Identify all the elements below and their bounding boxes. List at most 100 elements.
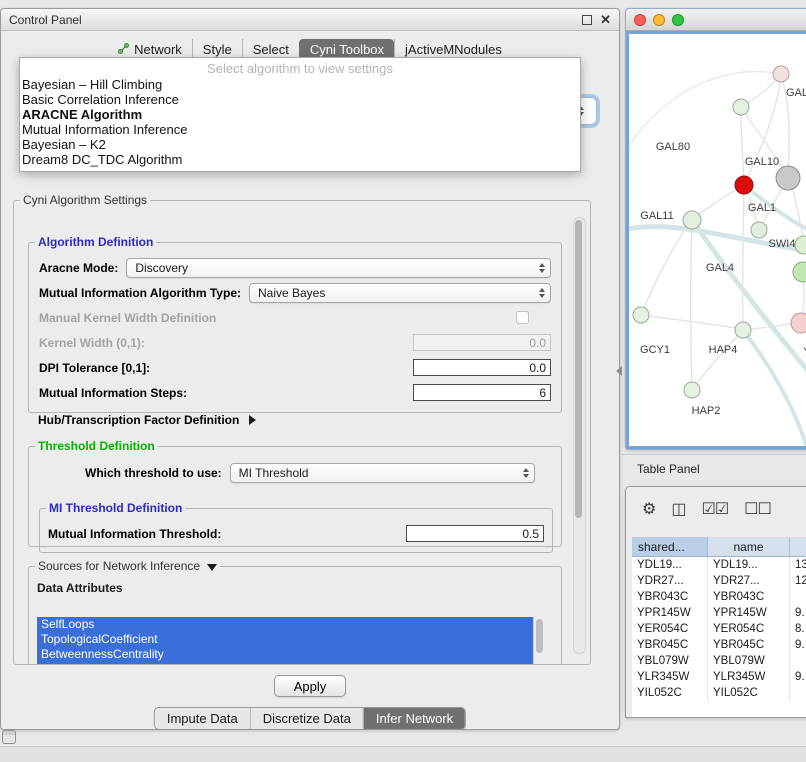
graph-edge[interactable] <box>693 330 743 388</box>
dpi-tolerance-field[interactable]: 0.0 <box>413 359 551 376</box>
table-header-row: shared...name <box>632 537 806 557</box>
mi-threshold-field[interactable]: 0.5 <box>406 525 544 542</box>
graph-node[interactable] <box>791 313 806 333</box>
network-view-window: GALGAL80GAL10GAL11GAL1SWI4GAL4GCY1HAP4YH… <box>625 8 806 450</box>
network-canvas[interactable]: GALGAL80GAL10GAL11GAL1SWI4GAL4GCY1HAP4YH… <box>626 31 806 449</box>
kernel-width-row: Kernel Width (0,1): 0.0 <box>29 330 561 355</box>
algorithm-option-mutual-information-inference[interactable]: Mutual Information Inference <box>20 122 580 137</box>
table-cell: YBR045C <box>708 637 790 653</box>
collapsed-panel-icon[interactable] <box>2 730 16 744</box>
graph-edge[interactable] <box>743 186 744 330</box>
settings-scrollbar[interactable] <box>573 217 586 654</box>
graph-node[interactable] <box>793 262 806 282</box>
manual-kernel-width-row: Manual Kernel Width Definition <box>29 305 561 330</box>
table-cell: YLR345W <box>632 669 708 685</box>
graph-node[interactable] <box>683 211 701 229</box>
algorithm-option-bayesian-hill-climbing[interactable]: Bayesian – Hill Climbing <box>20 77 580 92</box>
graph-edge[interactable] <box>691 220 693 388</box>
select-all-icon[interactable]: ☑☑ <box>701 502 728 518</box>
column-header-name[interactable]: name <box>708 537 790 556</box>
table-row[interactable]: YDL19...YDL19...13 <box>632 557 806 573</box>
algorithm-option-bayesian-k2[interactable]: Bayesian – K2 <box>20 137 580 152</box>
graph-edge[interactable] <box>743 330 806 448</box>
attributes-scrollbar-thumb[interactable] <box>536 619 543 653</box>
graph-node[interactable] <box>751 222 767 238</box>
table-row[interactable]: YIL052CYIL052C <box>632 685 806 701</box>
graph-node[interactable] <box>684 382 700 398</box>
table-row[interactable]: YBR045CYBR045C9. <box>632 637 806 653</box>
graph-node[interactable] <box>633 307 649 323</box>
table-panel-toolbar: ⚙ ◫ ☑☑ ☐☐ <box>642 495 771 525</box>
data-attribute-item[interactable]: gal4RGexp <box>37 662 533 665</box>
data-attributes-list: SelfLoopsTopologicalCoefficientBetweenne… <box>37 617 545 665</box>
bottom-tab-infer-network[interactable]: Infer Network <box>363 708 465 729</box>
table-panel-divider <box>622 454 806 455</box>
aracne-mode-select[interactable]: Discovery <box>126 258 551 278</box>
sources-group: Sources for Network Inference Data Attri… <box>28 559 562 665</box>
table-row[interactable]: YLR345WYLR345W9. <box>632 669 806 685</box>
close-traffic-light[interactable] <box>634 14 646 26</box>
apply-button[interactable]: Apply <box>274 675 346 697</box>
table-cell <box>790 685 806 701</box>
graph-node[interactable] <box>735 322 751 338</box>
column-header-shared[interactable]: shared... <box>632 537 708 556</box>
which-threshold-select[interactable]: MI Threshold <box>230 463 535 483</box>
column-header-extra[interactable] <box>790 537 806 556</box>
minimize-traffic-light[interactable] <box>653 14 665 26</box>
panel-divider-handle[interactable] <box>616 366 622 376</box>
graph-node-label: GAL80 <box>656 141 690 153</box>
data-attribute-item[interactable]: BetweennessCentrality <box>37 647 533 662</box>
data-attribute-item[interactable]: TopologicalCoefficient <box>37 632 533 647</box>
table-cell: 13 <box>790 557 806 573</box>
mi-algorithm-type-select[interactable]: Naive Bayes <box>249 283 551 303</box>
graph-node[interactable] <box>733 99 749 115</box>
zoom-traffic-light[interactable] <box>672 14 684 26</box>
network-window-titlebar <box>626 9 806 31</box>
table-cell <box>790 589 806 605</box>
graph-node[interactable] <box>776 166 800 190</box>
table-cell: YER054C <box>632 621 708 637</box>
table-row[interactable]: YER054CYER054C8. <box>632 621 806 637</box>
collapse-arrow-icon[interactable] <box>207 564 217 571</box>
attributes-scrollbar[interactable] <box>533 617 545 665</box>
close-panel-icon[interactable]: ✕ <box>600 13 611 26</box>
threshold-definition-group: Threshold Definition Which threshold to … <box>28 439 562 547</box>
settings-scrollbar-thumb[interactable] <box>575 220 582 518</box>
deselect-all-icon[interactable]: ☐☐ <box>744 502 771 518</box>
graph-node[interactable] <box>773 66 789 82</box>
table-row[interactable]: YPR145WYPR145W9. <box>632 605 806 621</box>
graph-node[interactable] <box>735 176 753 194</box>
graph-node-label: GAL1 <box>748 202 776 214</box>
table-cell: 9. <box>790 637 806 653</box>
dpi-tolerance-label: DPI Tolerance [0,1]: <box>39 361 150 375</box>
expand-arrow-icon[interactable] <box>249 415 256 425</box>
table-row[interactable]: YDR27...YDR27...12 <box>632 573 806 589</box>
settings-gear-icon[interactable]: ⚙ <box>642 502 655 518</box>
hub-section-label: Hub/Transcription Factor Definition <box>38 413 239 427</box>
graph-edge[interactable] <box>641 222 690 315</box>
data-attribute-item[interactable]: SelfLoops <box>37 617 533 632</box>
graph-edge[interactable] <box>629 72 779 154</box>
algorithm-definition-title: Algorithm Definition <box>35 235 156 249</box>
algorithm-popup-placeholder: Select algorithm to view settings <box>20 60 580 77</box>
hub-transcription-factor-section[interactable]: Hub/Transcription Factor Definition <box>38 413 256 427</box>
manual-kernel-width-checkbox[interactable] <box>516 311 529 324</box>
column-selector-icon[interactable]: ◫ <box>671 502 685 518</box>
algorithm-option-basic-correlation-inference[interactable]: Basic Correlation Inference <box>20 92 580 107</box>
table-cell: YBR043C <box>632 589 708 605</box>
which-threshold-label: Which threshold to use: <box>85 466 222 480</box>
algorithm-option-aracne-algorithm[interactable]: ARACNE Algorithm <box>20 107 580 122</box>
node-attribute-table: shared...name YDL19...YDL19...13YDR27...… <box>632 537 806 717</box>
mi-steps-field[interactable]: 6 <box>413 384 551 401</box>
float-window-icon[interactable] <box>582 15 592 25</box>
bottom-tab-discretize-data[interactable]: Discretize Data <box>250 708 363 729</box>
graph-edge[interactable] <box>741 107 744 183</box>
table-row[interactable]: YBL079WYBL079W <box>632 653 806 669</box>
algorithm-option-dream8-dc-tdc-algorithm[interactable]: Dream8 DC_TDC Algorithm <box>20 152 580 167</box>
graph-node-label: SWI4 <box>769 238 796 250</box>
mi-algorithm-type-label: Mutual Information Algorithm Type: <box>39 286 241 300</box>
bottom-tab-impute-data[interactable]: Impute Data <box>155 708 250 729</box>
tab-label: Select <box>253 42 289 57</box>
table-row[interactable]: YBR043CYBR043C <box>632 589 806 605</box>
table-cell: YPR145W <box>708 605 790 621</box>
